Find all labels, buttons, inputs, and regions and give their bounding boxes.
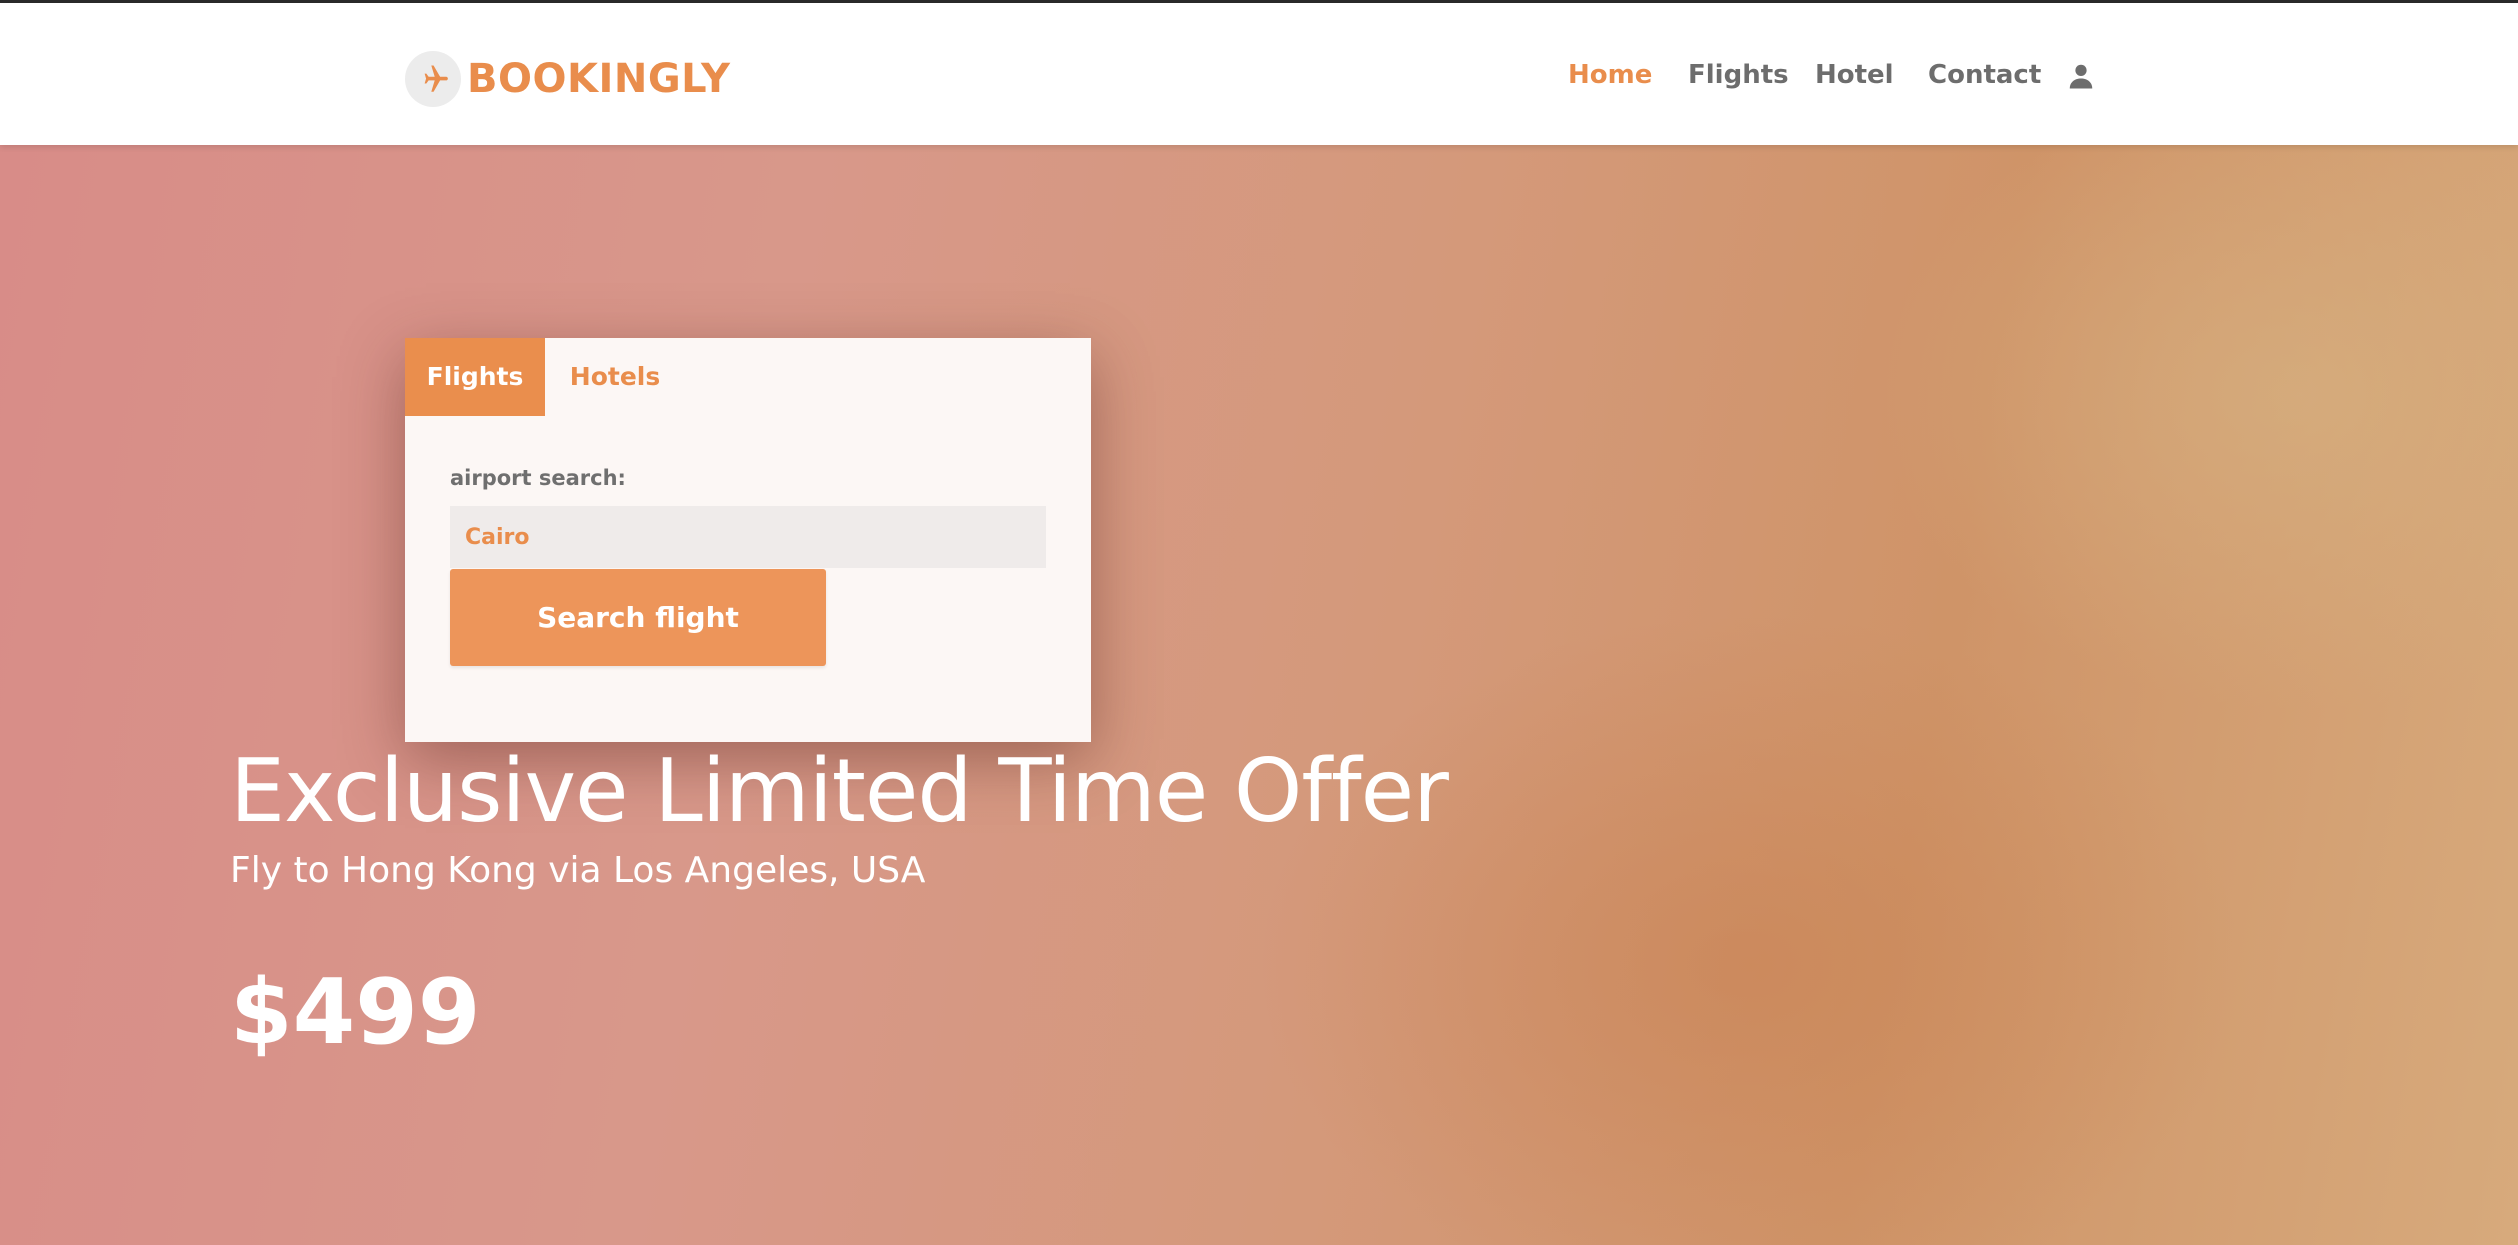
hero-banner bbox=[0, 145, 2518, 1245]
tab-hotels[interactable]: Hotels bbox=[545, 338, 685, 416]
main-nav: Home Flights Hotel Contact bbox=[0, 51, 2518, 99]
nav-contact[interactable]: Contact bbox=[1928, 51, 2041, 99]
search-panel: Flights Hotels airport search: Search fl… bbox=[405, 338, 1091, 742]
navbar: BOOKINGLY Home Flights Hotel Contact bbox=[0, 3, 2518, 145]
user-icon[interactable] bbox=[2066, 61, 2096, 91]
offer-title: Exclusive Limited Time Offer bbox=[230, 740, 1449, 842]
offer-price: $499 bbox=[230, 960, 481, 1065]
airport-search-input[interactable] bbox=[450, 506, 1046, 568]
nav-flights[interactable]: Flights bbox=[1688, 51, 1789, 99]
tab-flights[interactable]: Flights bbox=[405, 338, 545, 416]
search-flight-button[interactable]: Search flight bbox=[450, 569, 826, 666]
offer-subtitle: Fly to Hong Kong via Los Angeles, USA bbox=[230, 850, 926, 891]
nav-hotel[interactable]: Hotel bbox=[1815, 51, 1894, 99]
nav-home[interactable]: Home bbox=[1568, 51, 1652, 99]
airport-search-label: airport search: bbox=[450, 466, 626, 490]
